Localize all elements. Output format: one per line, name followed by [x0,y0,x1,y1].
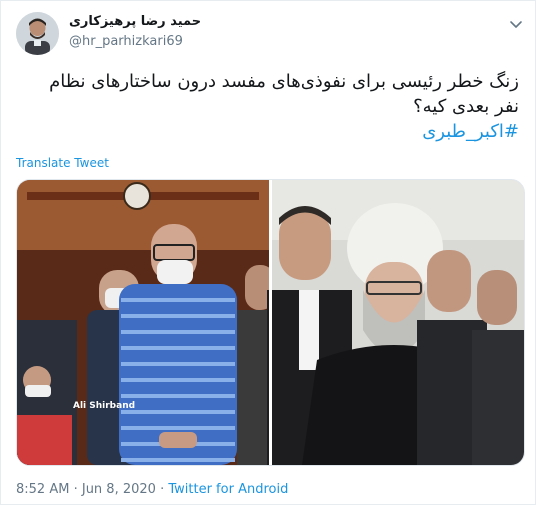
photo-credit-label: Ali Shirband [73,401,136,411]
translate-tweet-link[interactable]: Translate Tweet [16,156,109,170]
tweet-time[interactable]: 8:52 AM [16,482,69,497]
photo-left-icon[interactable] [17,180,275,465]
tweet-footer: 8:52 AM · Jun 8, 2020 · Twitter for Andr… [16,482,288,497]
photo-right-icon[interactable] [267,180,524,465]
media-grid [16,179,525,466]
footer-separator: · [73,482,78,497]
source-link[interactable]: Twitter for Android [168,482,288,497]
chevron-down-icon[interactable] [506,14,526,34]
tweet-text: زنگ خطر رئیسی برای نفوذی‌های مفسد درون س… [19,69,519,144]
handle[interactable]: @hr_parhizkari69 [69,34,183,49]
tweet-date[interactable]: Jun 8, 2020 [82,482,156,497]
avatar[interactable] [16,12,59,55]
hashtag-link[interactable]: #اکبر_طبری [19,119,519,144]
display-name[interactable]: حمید رضا پرهیزکاری [69,14,201,29]
tweet-line-2: نفر بعدی کیه؟ [413,96,519,117]
footer-separator-2: · [160,482,165,497]
tweet-card: حمید رضا پرهیزکاری @hr_parhizkari69 زنگ … [0,0,536,505]
tweet-line-1: زنگ خطر رئیسی برای نفوذی‌های مفسد درون س… [49,71,519,92]
